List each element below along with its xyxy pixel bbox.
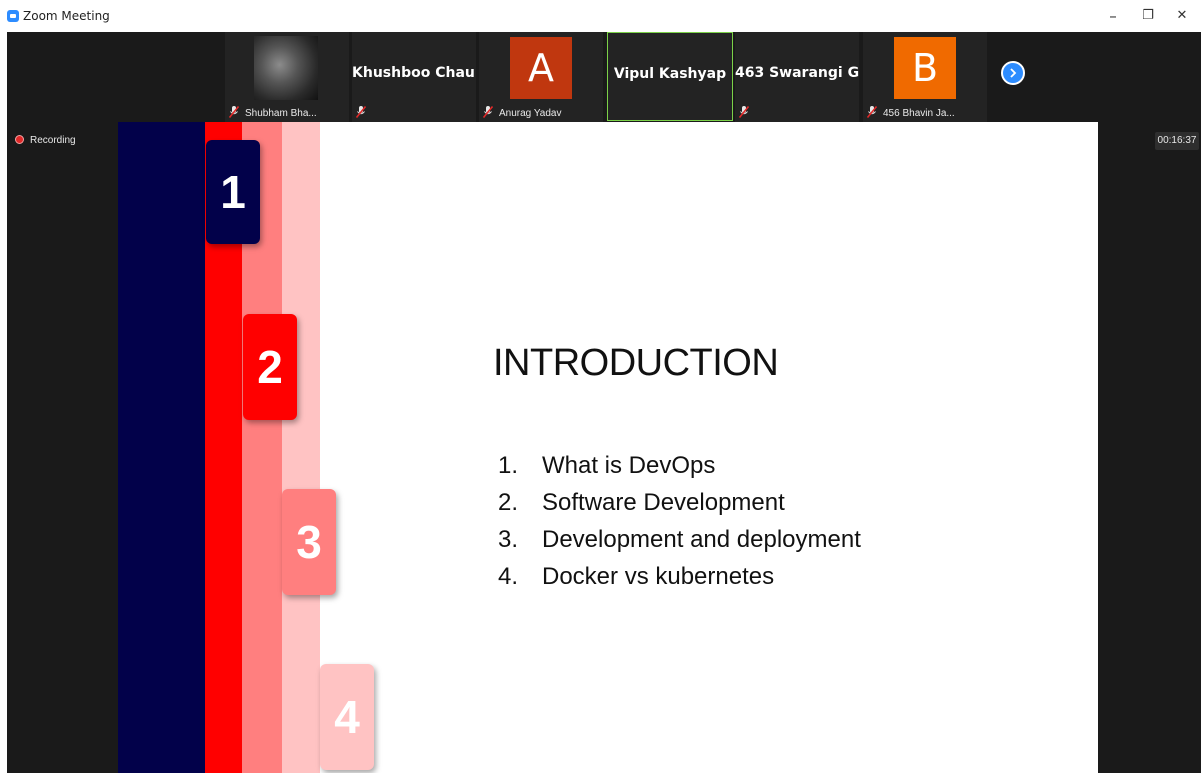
muted-mic-icon (229, 106, 239, 118)
slide-band-pink (282, 122, 320, 773)
agenda-item-number: 2. (498, 489, 519, 516)
participant-name: Anurag Yadav (499, 108, 562, 119)
restore-button[interactable]: ❐ (1136, 4, 1160, 28)
agenda-item: 3. Development and deployment (498, 521, 861, 558)
agenda-item-number: 4. (498, 563, 519, 590)
participant-display-name: 463 Swarangi G... (735, 65, 859, 81)
muted-mic-icon (483, 106, 493, 118)
participant-photo (254, 36, 318, 100)
recording-indicator[interactable]: Recording (15, 135, 76, 146)
muted-mic-icon (739, 106, 749, 118)
participant-tile[interactable]: A Anurag Yadav (479, 32, 603, 122)
recording-dot-icon (15, 135, 24, 144)
participant-display-name: Vipul Kashyap (613, 66, 727, 82)
avatar: A (510, 37, 572, 99)
zoom-logo-icon (7, 10, 19, 22)
agenda-list: 1. What is DevOps 2. Software Development … (498, 447, 861, 595)
participant-display-name: Khushboo Chau... (352, 65, 476, 81)
agenda-item-text: Development and deployment (542, 526, 861, 553)
agenda-item-number: 1. (498, 452, 519, 479)
meeting-area: Shubham Bha... Khushboo Chau... A Anurag… (7, 32, 1201, 773)
agenda-item: 1. What is DevOps (498, 447, 861, 484)
agenda-item: 4. Docker vs kubernetes (498, 558, 861, 595)
agenda-item-text: What is DevOps (542, 452, 716, 479)
participant-strip: Shubham Bha... Khushboo Chau... A Anurag… (7, 32, 1201, 122)
agenda-item: 2. Software Development (498, 484, 861, 521)
step-4-box: 4 (320, 664, 374, 770)
participant-name: Shubham Bha... (245, 108, 317, 119)
avatar: B (894, 37, 956, 99)
slide-title: INTRODUCTION (493, 342, 779, 384)
agenda-item-text: Docker vs kubernetes (542, 563, 775, 590)
minimize-button[interactable]: – (1101, 4, 1125, 28)
slide-band-navy (118, 122, 205, 773)
meeting-timer: 00:16:37 (1155, 132, 1199, 150)
participant-tile[interactable]: Shubham Bha... (225, 32, 349, 122)
window-title: Zoom Meeting (23, 9, 110, 23)
step-3-box: 3 (282, 489, 336, 595)
muted-mic-icon (867, 106, 877, 118)
muted-mic-icon (356, 106, 366, 118)
participant-tile[interactable]: B 456 Bhavin Ja... (863, 32, 987, 122)
step-1-box: 1 (206, 140, 260, 244)
step-2-box: 2 (243, 314, 297, 420)
agenda-item-number: 3. (498, 526, 519, 553)
shared-slide: 1 2 3 4 INTRODUCTION 1. What is DevOps 2.… (118, 122, 1098, 773)
agenda-item-text: Software Development (542, 489, 785, 516)
chevron-right-icon (1010, 68, 1017, 78)
participant-tile[interactable]: Khushboo Chau... (352, 32, 476, 122)
active-speaker-tile[interactable]: Vipul Kashyap (607, 32, 733, 121)
close-button[interactable]: ✕ (1170, 4, 1194, 28)
recording-label: Recording (30, 135, 76, 146)
next-page-button[interactable] (1001, 61, 1025, 85)
participant-tile[interactable]: 463 Swarangi G... (735, 32, 859, 122)
window-title-bar: Zoom Meeting – ❐ ✕ (0, 0, 1201, 32)
participant-name: 456 Bhavin Ja... (883, 108, 955, 119)
